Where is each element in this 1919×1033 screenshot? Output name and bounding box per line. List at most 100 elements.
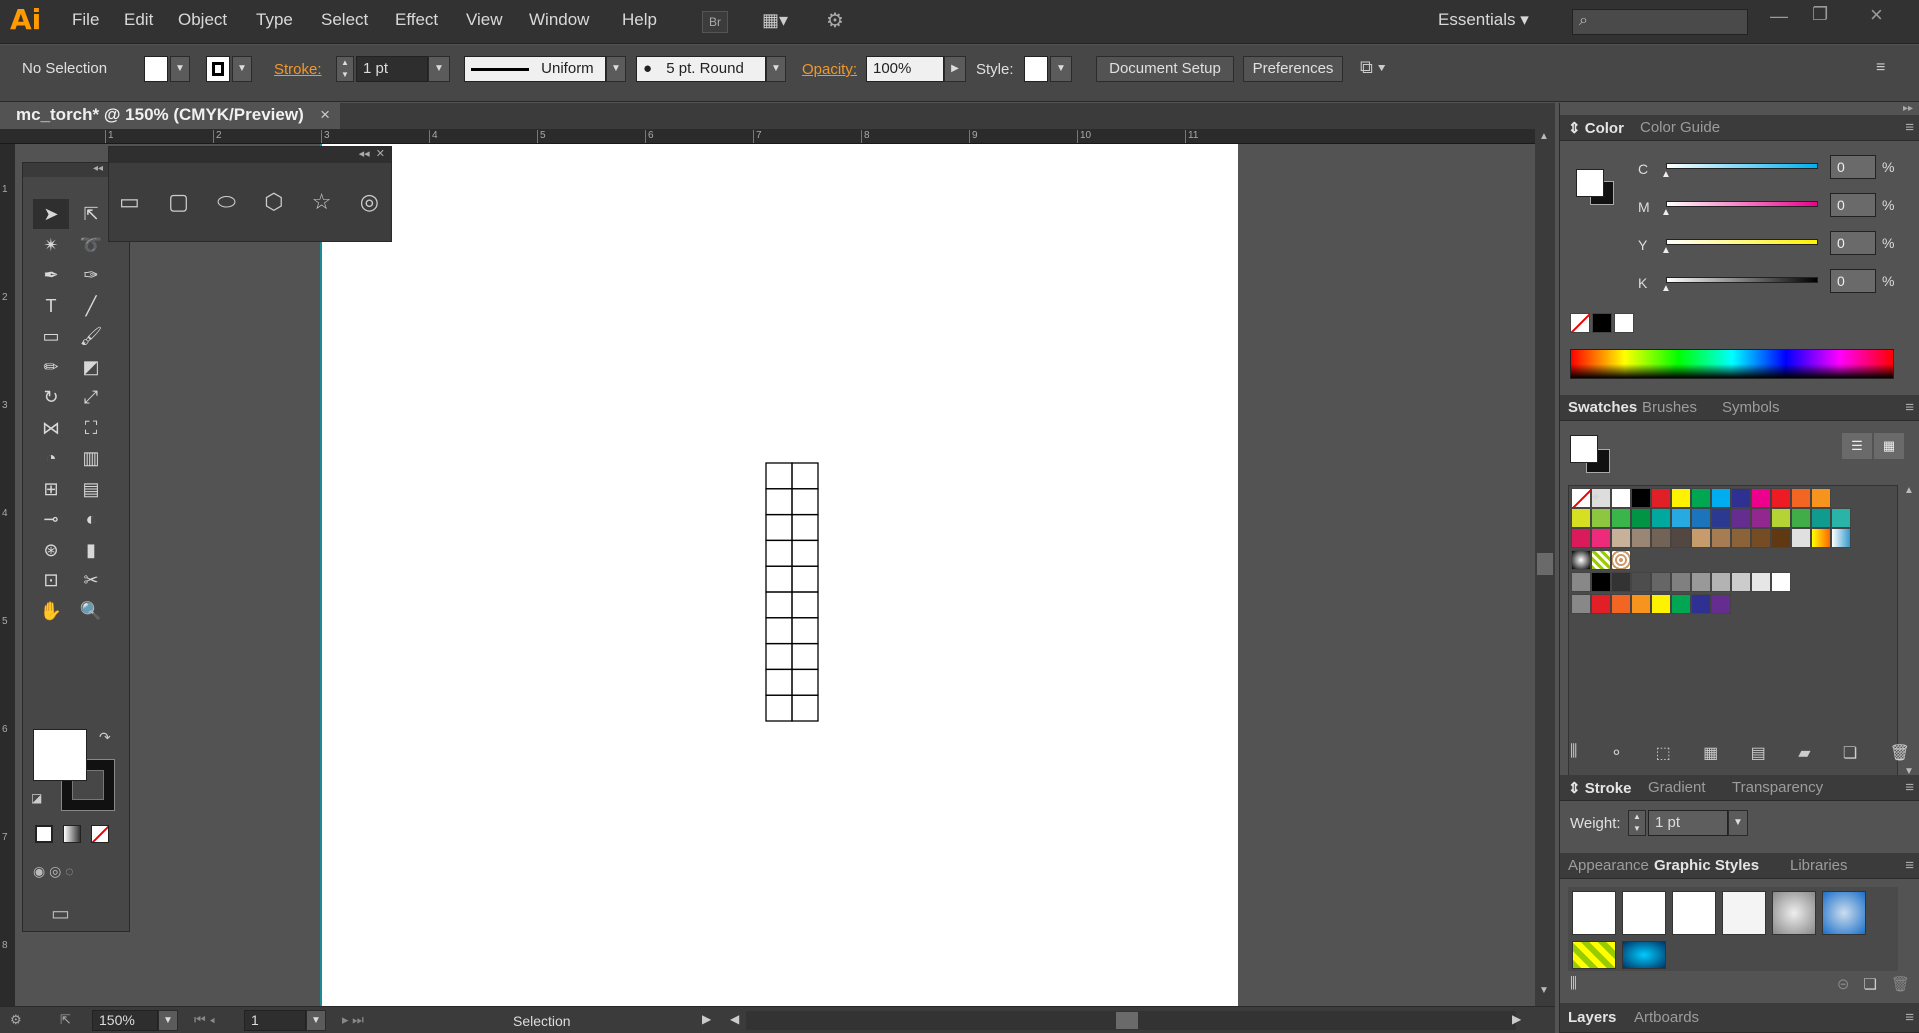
- grid-cell[interactable]: [791, 565, 819, 593]
- menu-type[interactable]: Type: [256, 10, 293, 30]
- last-artboard-icon[interactable]: ▸ ⏭: [342, 1012, 364, 1028]
- folder-icon[interactable]: ▰: [1798, 743, 1810, 763]
- swatch[interactable]: [1611, 572, 1631, 592]
- swatch[interactable]: [1791, 488, 1811, 508]
- swatch[interactable]: [1691, 508, 1711, 528]
- swatch[interactable]: [1671, 508, 1691, 528]
- swatch[interactable]: [1791, 528, 1811, 548]
- style-thumb-6[interactable]: [1822, 891, 1866, 935]
- swatch[interactable]: [1771, 572, 1791, 592]
- grid-cell[interactable]: [765, 462, 793, 490]
- gradient-mode-icon[interactable]: [63, 825, 81, 843]
- grid-cell[interactable]: [791, 462, 819, 490]
- scroll-down-icon[interactable]: ▼: [1539, 985, 1549, 996]
- style-thumb-3[interactable]: [1672, 891, 1716, 935]
- stroke-swatch[interactable]: [206, 56, 230, 82]
- swatch[interactable]: [1731, 528, 1751, 548]
- arrange-documents-icon[interactable]: ▦▾: [762, 10, 802, 34]
- channel-slider-c[interactable]: [1666, 163, 1818, 169]
- grid-cell[interactable]: [791, 539, 819, 567]
- gpu-performance-icon[interactable]: ⚙: [826, 8, 860, 36]
- swatch[interactable]: [1771, 528, 1791, 548]
- swatch[interactable]: [1671, 488, 1691, 508]
- tab-libraries[interactable]: Libraries: [1790, 857, 1848, 874]
- break-link-icon[interactable]: ⊝: [1837, 975, 1850, 993]
- swatch[interactable]: [1571, 508, 1591, 528]
- channel-input-c[interactable]: 0: [1830, 155, 1876, 179]
- swatch[interactable]: [1811, 528, 1831, 548]
- profile-dropdown[interactable]: ▼: [606, 56, 626, 82]
- swatch-kind-icon[interactable]: ⚬: [1610, 743, 1623, 763]
- slider-thumb-c[interactable]: ▲: [1661, 169, 1671, 180]
- swatch[interactable]: [1731, 572, 1751, 592]
- direct-selection-tool-icon[interactable]: ⇱: [73, 199, 109, 229]
- pattern-swatch[interactable]: [1571, 550, 1591, 570]
- flyout-collapse-icon[interactable]: ◂◂: [359, 148, 370, 160]
- symbol-sprayer-tool-icon[interactable]: ⊛: [33, 535, 69, 565]
- channel-input-y[interactable]: 0: [1830, 231, 1876, 255]
- rounded-rectangle-tool-icon[interactable]: ▢: [168, 189, 189, 215]
- zoom-tool-icon[interactable]: 🔍: [73, 596, 109, 626]
- slice-tool-icon[interactable]: ✂: [73, 565, 109, 595]
- menu-select[interactable]: Select: [321, 10, 368, 30]
- grid-cell[interactable]: [765, 668, 793, 696]
- grid-cell[interactable]: [765, 565, 793, 593]
- menu-object[interactable]: Object: [178, 10, 227, 30]
- grid-cell[interactable]: [765, 617, 793, 645]
- swatch[interactable]: [1631, 594, 1651, 614]
- menu-help[interactable]: Help: [622, 10, 657, 30]
- none-swatch[interactable]: [1570, 313, 1590, 333]
- black-swatch[interactable]: [1592, 313, 1612, 333]
- grid-view-icon[interactable]: ▦: [1874, 433, 1904, 459]
- swatch[interactable]: [1691, 594, 1711, 614]
- styles-panel-menu-icon[interactable]: ≡: [1905, 857, 1914, 874]
- swatch[interactable]: [1591, 528, 1611, 548]
- menu-window[interactable]: Window: [529, 10, 589, 30]
- pattern-swatch[interactable]: [1611, 550, 1631, 570]
- grid-cell[interactable]: [791, 513, 819, 542]
- width-tool-icon[interactable]: ⋈: [33, 413, 69, 443]
- grid-cell[interactable]: [791, 591, 819, 619]
- scroll-up-icon[interactable]: ▲: [1539, 131, 1549, 142]
- share-icon[interactable]: ⇱: [60, 1012, 71, 1028]
- free-transform-tool-icon[interactable]: ⛶: [73, 413, 109, 443]
- vertical-ruler[interactable]: 1 2 3 4 5 6 7 8: [0, 144, 15, 1011]
- grid-cell[interactable]: [765, 642, 793, 671]
- channel-slider-k[interactable]: [1666, 277, 1818, 283]
- restore-icon[interactable]: ❐: [1812, 4, 1828, 25]
- slider-thumb-y[interactable]: ▲: [1661, 245, 1671, 256]
- pencil-tool-icon[interactable]: ✏: [33, 352, 69, 382]
- swatch[interactable]: [1751, 508, 1771, 528]
- grid-cell[interactable]: [791, 668, 819, 696]
- artboard-dropdown[interactable]: ▼: [306, 1010, 326, 1031]
- style-dropdown[interactable]: ▼: [1050, 56, 1072, 82]
- mesh-tool-icon[interactable]: ⊞: [33, 474, 69, 504]
- eraser-tool-icon[interactable]: ◩: [73, 352, 109, 382]
- swatch[interactable]: [1591, 508, 1611, 528]
- swatch[interactable]: [1831, 528, 1851, 548]
- menu-effect[interactable]: Effect: [395, 10, 438, 30]
- gradient-tool-icon[interactable]: ▤: [73, 474, 109, 504]
- style-thumb-2[interactable]: [1622, 891, 1666, 935]
- swatch[interactable]: [1751, 528, 1771, 548]
- swatch[interactable]: [1651, 528, 1671, 548]
- brush-dropdown[interactable]: ▼: [766, 56, 786, 82]
- grid-cell[interactable]: [765, 694, 793, 722]
- swatch[interactable]: [1631, 528, 1651, 548]
- brush-definition[interactable]: ● 5 pt. Round: [636, 56, 766, 82]
- search-input[interactable]: ⌕: [1572, 9, 1748, 35]
- lasso-tool-icon[interactable]: ➰: [73, 230, 109, 260]
- swatch[interactable]: [1671, 594, 1691, 614]
- swatch[interactable]: [1611, 528, 1631, 548]
- first-artboard-icon[interactable]: ⏮ ◂: [194, 1012, 215, 1028]
- workspace-switcher[interactable]: Essentials ▾: [1438, 10, 1529, 30]
- tab-stroke[interactable]: ⇕ Stroke: [1568, 779, 1631, 797]
- column-graph-tool-icon[interactable]: ▮: [73, 535, 109, 565]
- perspective-grid-tool-icon[interactable]: ▥: [73, 443, 109, 473]
- control-panel-menu-icon[interactable]: ≡: [1876, 59, 1885, 77]
- default-style-thumb[interactable]: [1572, 891, 1616, 935]
- hscroll-thumb[interactable]: [1116, 1012, 1138, 1029]
- grid-object[interactable]: [765, 462, 833, 780]
- stroke-panel-menu-icon[interactable]: ≡: [1905, 779, 1914, 796]
- swatch[interactable]: [1691, 572, 1711, 592]
